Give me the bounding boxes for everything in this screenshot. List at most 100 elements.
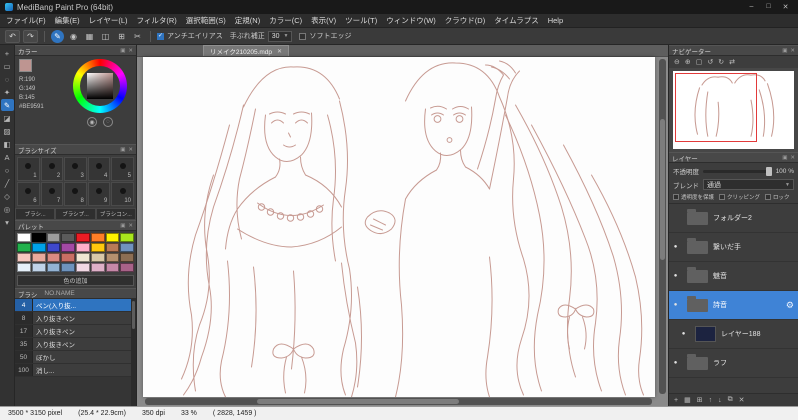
menu-cloud[interactable]: クラウド(D) — [445, 15, 485, 26]
softedge-checkbox[interactable] — [299, 32, 307, 40]
transparent-color-icon[interactable]: ◌ — [103, 117, 113, 127]
palette-swatch[interactable] — [120, 263, 134, 272]
palette-swatch[interactable] — [17, 233, 31, 242]
palette-swatch[interactable] — [46, 233, 61, 242]
palette-swatch[interactable] — [31, 243, 46, 252]
close-icon[interactable]: ✕ — [778, 3, 793, 11]
palette-swatch[interactable] — [61, 233, 75, 242]
visibility-icon[interactable]: ● — [669, 360, 682, 366]
gradient-tool-icon[interactable]: ◧ — [1, 138, 14, 150]
brush-list-item[interactable]: 17 入り抜きペン — [15, 325, 136, 338]
snap-option-icon[interactable]: ⊞ — [115, 30, 128, 43]
visibility-icon[interactable]: ● — [677, 331, 690, 337]
gear-icon[interactable]: ⚙ — [786, 300, 794, 311]
navigator-thumbnail[interactable] — [673, 71, 794, 149]
minimize-icon[interactable]: – — [744, 3, 759, 11]
brush-list-item[interactable]: 35 入り抜きペン — [15, 338, 136, 351]
layer-row-selected[interactable]: ● 詩音 ⚙ — [669, 291, 798, 320]
palette-swatch[interactable] — [31, 233, 46, 242]
palette-swatch[interactable] — [105, 263, 120, 272]
visibility-icon[interactable]: ● — [669, 273, 682, 279]
palette-swatch[interactable] — [120, 243, 134, 252]
move-up-icon[interactable]: ↑ — [709, 397, 713, 404]
palette-swatch[interactable] — [61, 263, 75, 272]
color-sv-box[interactable] — [87, 73, 113, 99]
hand-tool-icon[interactable]: ◇ — [1, 190, 14, 202]
brush-list-scrollbar[interactable] — [131, 299, 136, 406]
redo-icon[interactable]: ↷ — [23, 29, 38, 43]
clipping-checkbox[interactable] — [719, 194, 726, 200]
navigator-view-rect[interactable] — [675, 73, 758, 142]
shape-tool-icon[interactable]: ○ — [1, 164, 14, 176]
add-folder-icon[interactable]: ▦ — [684, 396, 691, 404]
menu-ruler[interactable]: 定規(N) — [235, 15, 260, 26]
text-tool-icon[interactable]: A — [1, 151, 14, 163]
palette-swatch[interactable] — [90, 233, 105, 242]
palette-swatch[interactable] — [17, 253, 31, 262]
palette-swatch[interactable] — [90, 263, 105, 272]
brush-size-cell[interactable]: 6 — [17, 182, 40, 206]
palette-swatch[interactable] — [90, 253, 105, 262]
current-color-swatch[interactable] — [19, 59, 32, 72]
tab-brush[interactable]: ブラシ... — [15, 208, 56, 220]
protect-alpha-checkbox[interactable] — [673, 194, 679, 200]
panel-menu-icon[interactable]: ▣ — [782, 155, 787, 161]
palette-swatch[interactable] — [120, 233, 134, 242]
menu-select[interactable]: 選択範囲(S) — [186, 15, 226, 26]
visibility-icon[interactable]: ● — [669, 302, 682, 308]
antialias-checkbox[interactable] — [157, 32, 164, 40]
panel-close-icon[interactable]: ✕ — [128, 147, 133, 153]
lasso-tool-icon[interactable]: ◌ — [1, 73, 14, 85]
brush-size-cell[interactable]: 8 — [64, 182, 87, 206]
layer-row[interactable]: ● 魅音 — [669, 262, 798, 291]
palette-swatch[interactable] — [31, 253, 46, 262]
eyedropper-icon[interactable]: ◉ — [87, 117, 97, 127]
undo-icon[interactable]: ↶ — [5, 29, 20, 43]
menu-tool[interactable]: ツール(T) — [345, 15, 377, 26]
palette-swatch[interactable] — [76, 263, 90, 272]
wand-tool-icon[interactable]: ✦ — [1, 86, 14, 98]
mirror-option-icon[interactable]: ◫ — [99, 30, 112, 43]
eraser-tool-icon[interactable]: ◪ — [1, 112, 14, 124]
zoom-tool-icon[interactable]: ◎ — [1, 203, 14, 215]
palette-swatch[interactable] — [46, 263, 61, 272]
bucket-tool-icon[interactable]: ▨ — [1, 125, 14, 137]
brush-list-item[interactable]: 4 ペン(入り抜... — [15, 299, 136, 312]
divide-tool-icon[interactable]: ╱ — [1, 177, 14, 189]
palette-swatch[interactable] — [17, 263, 31, 272]
menu-color[interactable]: カラー(C) — [269, 15, 302, 26]
menu-layer[interactable]: レイヤー(L) — [89, 15, 128, 26]
pen-tool-icon[interactable]: ✎ — [0, 99, 14, 111]
brush-size-cell[interactable]: 5 — [111, 157, 134, 181]
fit-view-icon[interactable]: ▢ — [696, 58, 703, 66]
palette-swatch[interactable] — [46, 243, 61, 252]
brush-list-item[interactable]: 50 ぼかし — [15, 351, 136, 364]
merge-layer-icon[interactable]: ⧉ — [728, 396, 733, 404]
canvas-vertical-scrollbar[interactable] — [659, 59, 666, 394]
stabilizer-dropdown[interactable]: 30 ▼ — [267, 30, 293, 42]
select-tool-icon[interactable]: ▭ — [1, 60, 14, 72]
menu-timelapse[interactable]: タイムラプス — [494, 15, 538, 26]
flip-icon[interactable]: ⇄ — [729, 58, 735, 66]
maximize-icon[interactable]: □ — [761, 3, 776, 11]
scissors-option-icon[interactable]: ✂ — [131, 30, 144, 43]
menu-help[interactable]: Help — [548, 16, 563, 25]
brush-list-item[interactable]: 100 消し... — [15, 364, 136, 377]
layer-row[interactable]: フォルダー2 — [669, 204, 798, 233]
brush-size-cell[interactable]: 4 — [87, 157, 111, 181]
canvas-horizontal-scrollbar[interactable] — [145, 398, 652, 405]
menu-view[interactable]: 表示(V) — [311, 15, 336, 26]
brush-size-cell[interactable]: 1 — [17, 157, 40, 181]
delete-layer-icon[interactable]: ✕ — [739, 396, 745, 404]
panel-close-icon[interactable]: ✕ — [128, 48, 133, 54]
zoom-out-icon[interactable]: ⊖ — [674, 58, 680, 66]
panel-menu-icon[interactable]: ▣ — [120, 147, 125, 153]
palette-swatch[interactable] — [120, 253, 134, 262]
palette-swatch[interactable] — [105, 233, 120, 242]
palette-swatch[interactable] — [105, 243, 120, 252]
rotate-left-icon[interactable]: ↺ — [707, 58, 713, 66]
brush-list-item[interactable]: 8 入り抜きペン — [15, 312, 136, 325]
menu-edit[interactable]: 編集(E) — [55, 15, 80, 26]
tab-brush-control[interactable]: ブラシコン... — [95, 208, 136, 220]
palette-swatch[interactable] — [61, 253, 75, 262]
